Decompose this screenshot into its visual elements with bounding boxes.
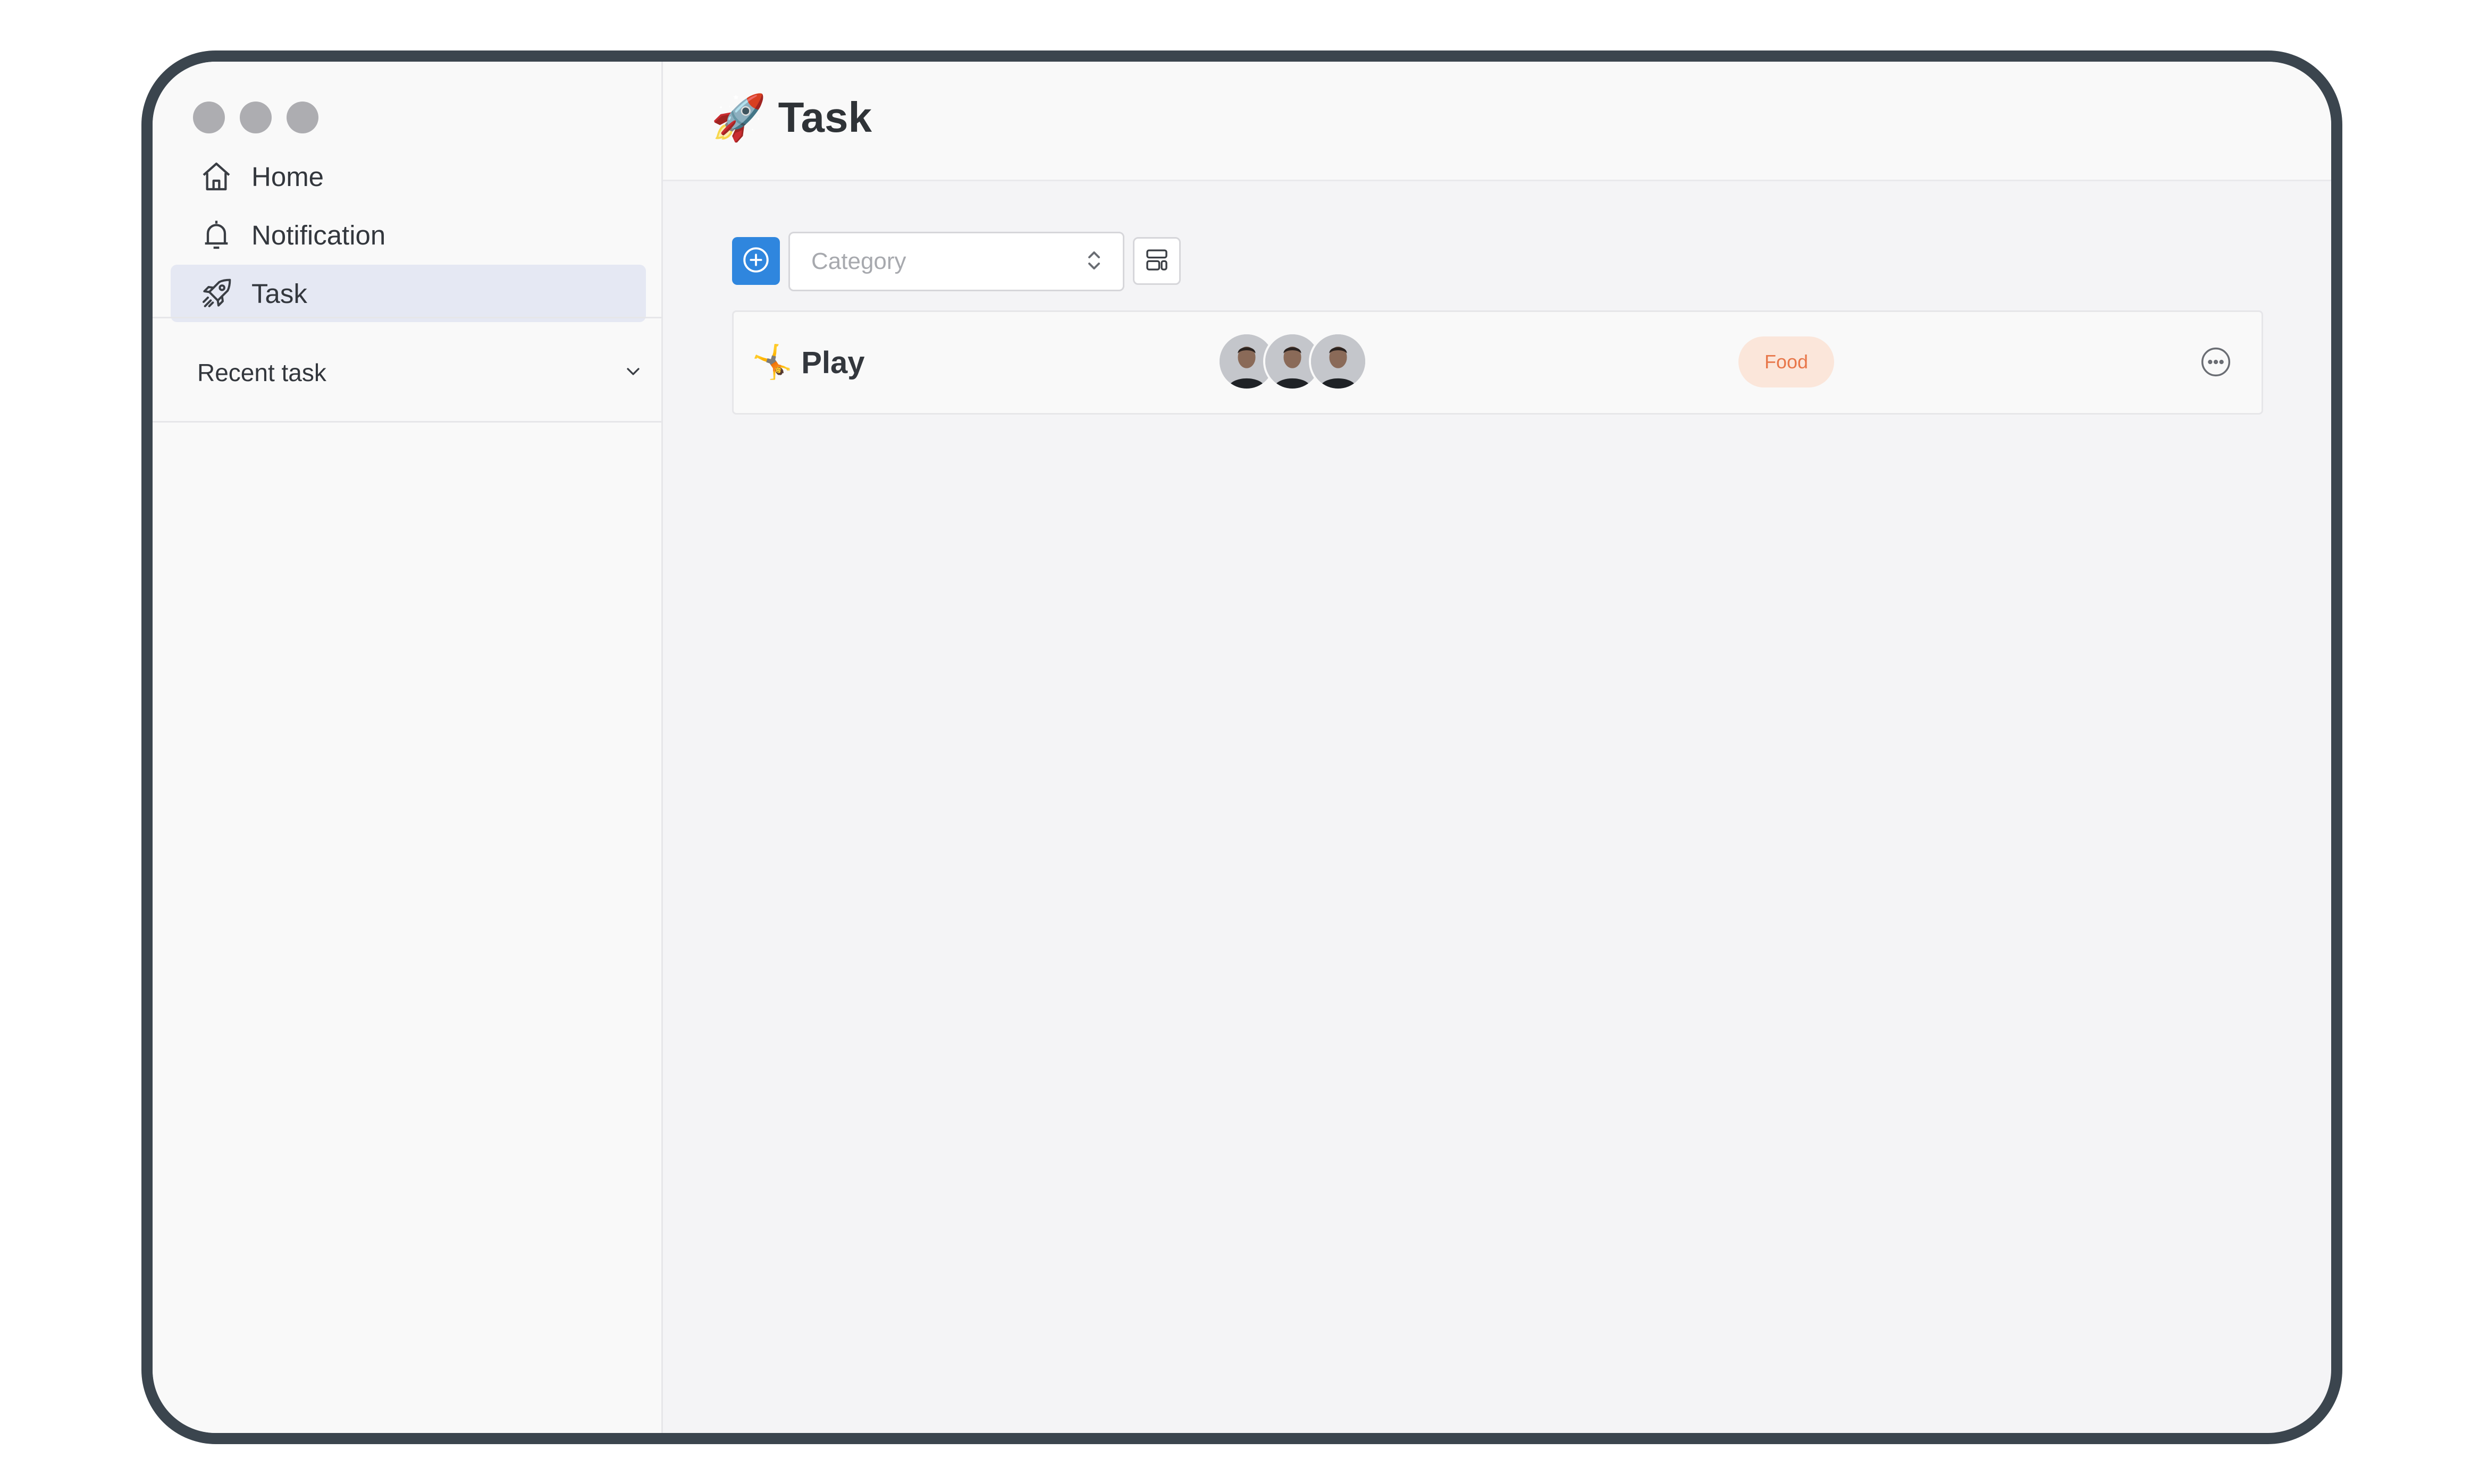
chevron-up-down-icon — [1085, 248, 1104, 276]
page-header: 🚀 Task — [663, 62, 2331, 181]
more-horizontal-icon — [2199, 347, 2233, 381]
assignee-avatars[interactable] — [1217, 332, 1367, 391]
sidebar-item-notification[interactable]: Notification — [171, 206, 662, 264]
add-task-button[interactable] — [732, 237, 780, 285]
sidebar-divider — [153, 317, 663, 318]
category-tag: Food — [1738, 336, 1834, 387]
sidebar-item-task[interactable]: Task — [171, 265, 646, 322]
app-window: Home Notification Task Recent task 🚀 Tas… — [141, 50, 2342, 1444]
sidebar-item-home[interactable]: Home — [171, 148, 662, 205]
rocket-emoji-icon: 🚀 — [711, 92, 767, 142]
chevron-down-icon — [623, 361, 644, 385]
window-controls — [193, 102, 318, 133]
avatar[interactable] — [1309, 332, 1367, 391]
category-tag-label: Food — [1764, 351, 1809, 373]
page-title: 🚀 Task — [711, 88, 872, 147]
task-title: 🤸 Play — [752, 339, 865, 386]
plus-circle-icon — [741, 244, 771, 278]
maximize-window-button[interactable] — [287, 102, 318, 133]
sidebar-item-label: Notification — [251, 220, 386, 250]
sidebar-divider — [153, 421, 663, 423]
category-select[interactable]: Category — [788, 232, 1124, 291]
layout-toggle-button[interactable] — [1133, 237, 1181, 285]
page-title-text: Task — [778, 94, 872, 141]
main-content: 🚀 Task Category 🤸 Play Food — [663, 62, 2331, 1433]
more-options-button[interactable] — [2199, 345, 2233, 379]
recent-task-toggle[interactable]: Recent task — [197, 343, 644, 402]
task-name: Play — [801, 345, 865, 380]
category-placeholder: Category — [811, 248, 906, 274]
home-icon — [197, 157, 236, 196]
sidebar-item-label: Task — [251, 278, 307, 309]
task-emoji-icon: 🤸 — [752, 344, 793, 381]
sidebar-item-label: Home — [251, 161, 324, 192]
close-window-button[interactable] — [193, 102, 225, 133]
layout-icon — [1142, 246, 1171, 277]
minimize-window-button[interactable] — [240, 102, 272, 133]
recent-task-label: Recent task — [197, 359, 326, 386]
rocket-icon — [197, 274, 236, 313]
bell-icon — [197, 216, 236, 254]
sidebar: Home Notification Task Recent task — [153, 62, 663, 1433]
task-row[interactable]: 🤸 Play Food — [732, 310, 2263, 415]
